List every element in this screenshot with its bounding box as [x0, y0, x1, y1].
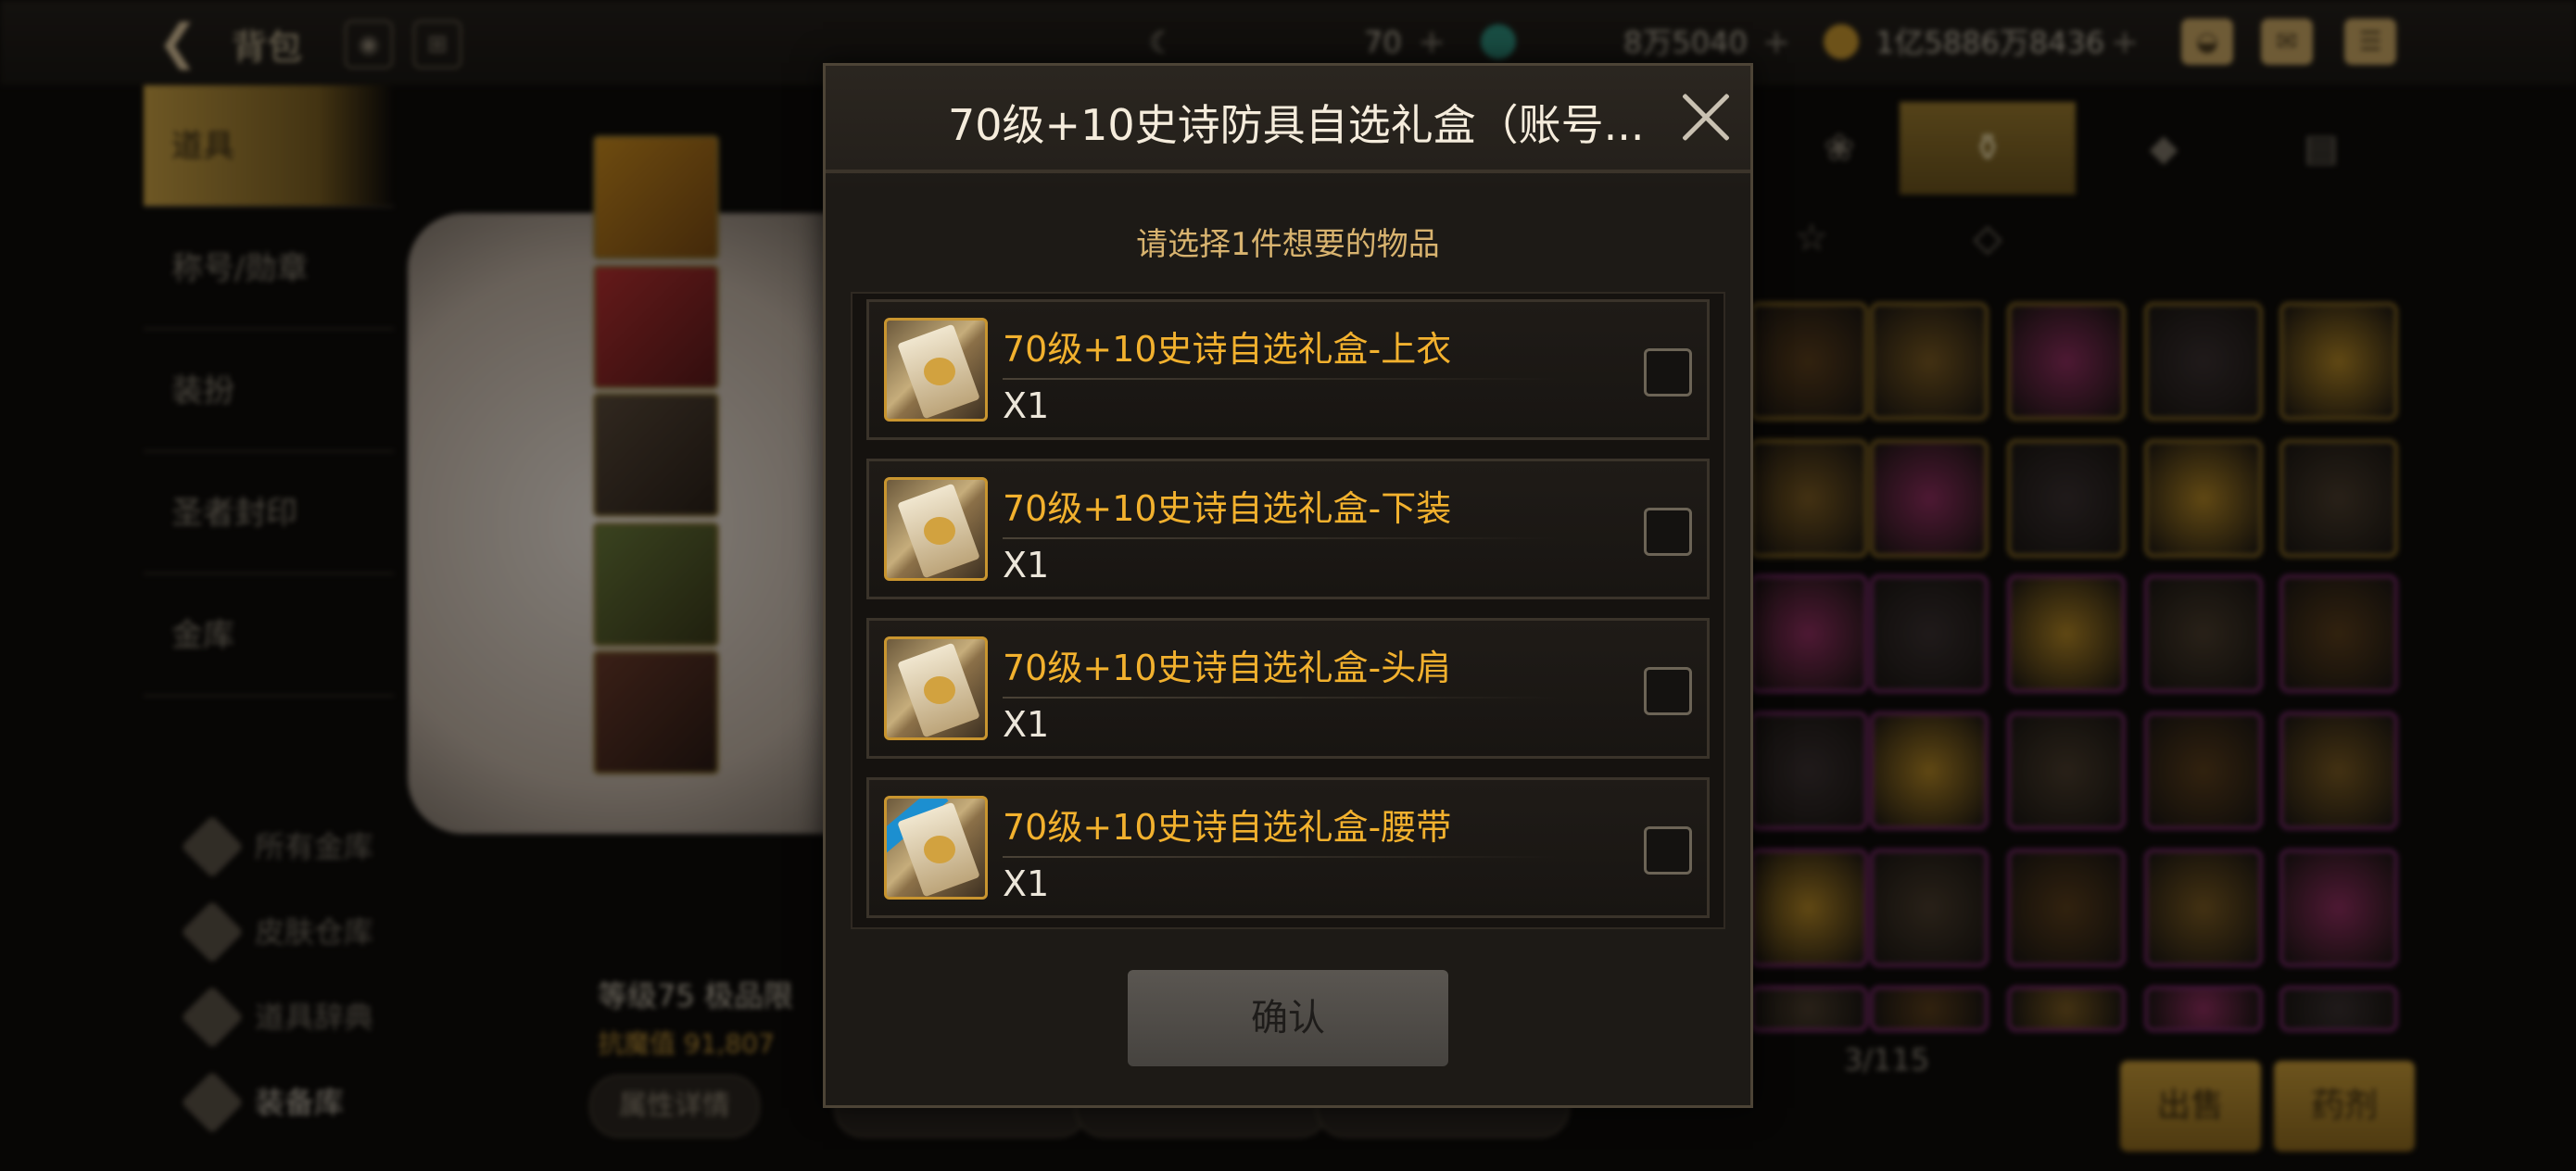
confirm-button[interactable]: 确认 — [1128, 970, 1448, 1066]
divider — [1003, 697, 1559, 699]
gift-box-icon — [884, 636, 988, 740]
gift-box-icon — [884, 318, 988, 422]
item-name: 70级+10史诗自选礼盒-头肩 — [1003, 648, 1452, 688]
select-checkbox[interactable] — [1644, 667, 1692, 715]
select-checkbox[interactable] — [1644, 826, 1692, 875]
item-quantity: X1 — [1003, 863, 1050, 904]
divider — [1003, 537, 1559, 539]
list-item[interactable]: 70级+10史诗自选礼盒-腰带 X1 — [866, 777, 1710, 918]
gift-box-icon — [884, 477, 988, 581]
list-item[interactable]: 70级+10史诗自选礼盒-头肩 X1 — [866, 618, 1710, 759]
item-name: 70级+10史诗自选礼盒-腰带 — [1003, 807, 1452, 848]
dialog-title: 70级+10史诗防具自选礼盒（账号... — [948, 100, 1645, 150]
list-item[interactable]: 70级+10史诗自选礼盒-上衣 X1 — [866, 299, 1710, 440]
list-item[interactable]: 70级+10史诗自选礼盒-下装 X1 — [866, 459, 1710, 599]
dialog-subtitle: 请选择1件想要的物品 — [1136, 226, 1440, 263]
select-checkbox[interactable] — [1644, 508, 1692, 556]
gift-box-icon — [884, 796, 988, 900]
divider — [1003, 378, 1559, 380]
item-quantity: X1 — [1003, 704, 1050, 745]
item-name: 70级+10史诗自选礼盒-上衣 — [1003, 329, 1452, 370]
item-quantity: X1 — [1003, 385, 1050, 426]
dialog-header: 70级+10史诗防具自选礼盒（账号... — [826, 66, 1750, 173]
divider — [1003, 856, 1559, 858]
select-checkbox[interactable] — [1644, 348, 1692, 397]
close-icon[interactable] — [1678, 90, 1734, 145]
item-quantity: X1 — [1003, 545, 1050, 586]
item-name: 70级+10史诗自选礼盒-下装 — [1003, 488, 1452, 529]
select-gift-box-dialog: 70级+10史诗防具自选礼盒（账号... 请选择1件想要的物品 70级+10史诗… — [823, 63, 1753, 1108]
